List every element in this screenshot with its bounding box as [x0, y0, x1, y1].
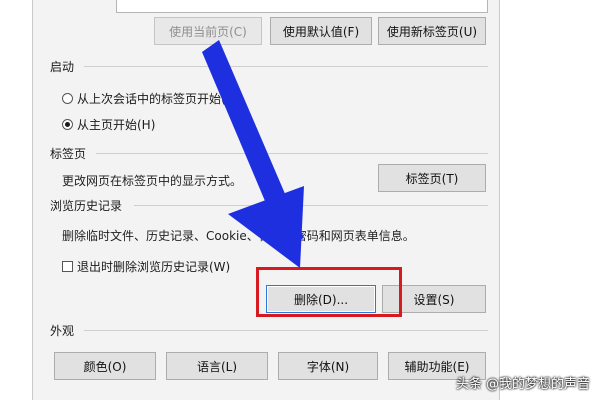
blue-arrow-icon	[202, 40, 304, 268]
watermark-text: 头条 @我的梦想的声音	[455, 377, 590, 392]
